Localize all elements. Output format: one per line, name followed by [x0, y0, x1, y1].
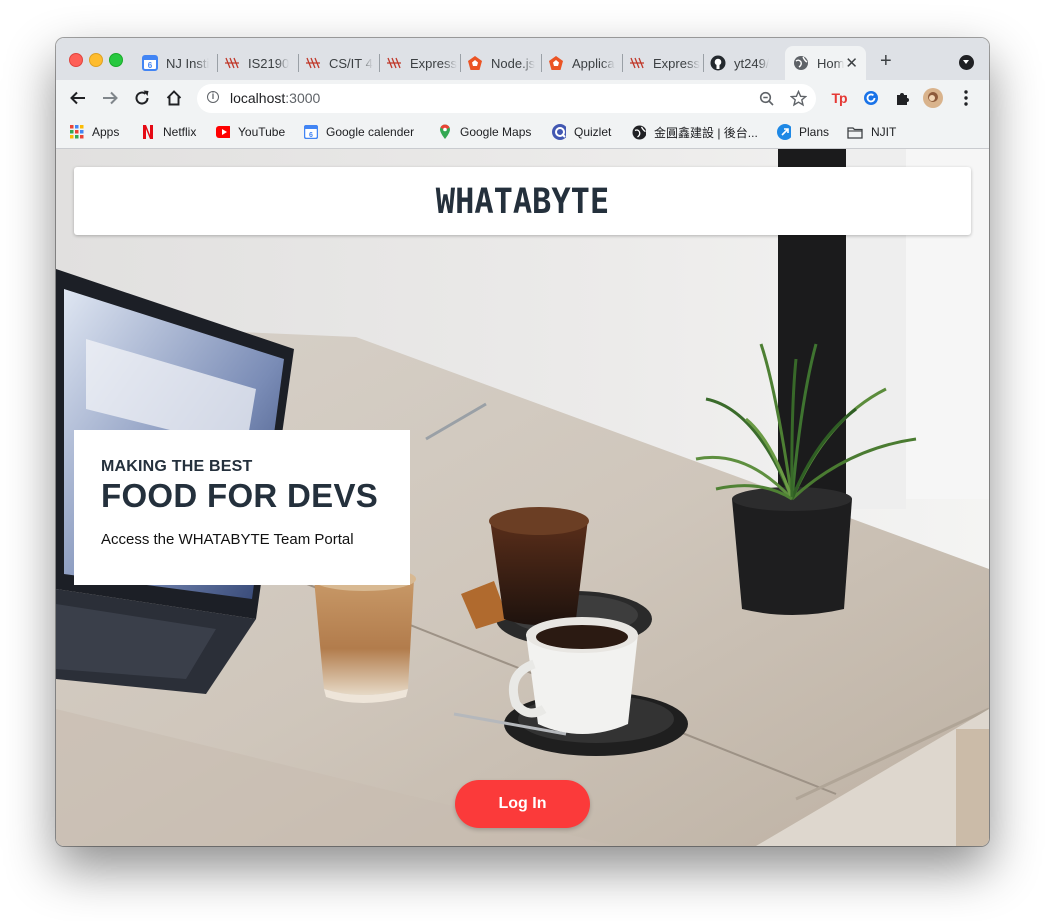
browser-window: 6 NJ Insti IS2190 CS/IT 4 Express Node.j… — [56, 38, 989, 846]
youtube-icon — [216, 125, 230, 139]
bookmark-google-calender[interactable]: 6 Google calender — [304, 123, 414, 141]
bookmark-netflix[interactable]: Netflix — [141, 123, 196, 141]
bookmark-google-maps[interactable]: Google Maps — [438, 123, 531, 141]
svg-text:6: 6 — [309, 132, 313, 139]
bookmarks-bar: Apps Netflix YouTube 6 Google calender G… — [56, 116, 989, 149]
home-icon — [166, 90, 182, 106]
bookmark-jinyuanxin[interactable]: 金圓鑫建設 | 後台... — [632, 123, 758, 141]
tab-nodejs[interactable]: Node.js — [459, 46, 541, 80]
address-url: localhost:3000 — [230, 90, 320, 106]
close-tab-icon[interactable]: ✕ — [845, 54, 858, 72]
refresh-extension-icon[interactable] — [861, 88, 881, 108]
tab-strip: 6 NJ Insti IS2190 CS/IT 4 Express Node.j… — [56, 38, 989, 80]
hero-description: Access the WHATABYTE Team Portal — [101, 531, 354, 548]
njit-icon — [386, 55, 402, 71]
back-button[interactable] — [66, 86, 90, 110]
apps-grid-icon — [70, 125, 84, 139]
bookmark-youtube[interactable]: YouTube — [216, 123, 285, 141]
zoom-icon[interactable] — [759, 91, 775, 107]
tp-extension-icon[interactable]: Tp — [829, 88, 849, 108]
close-window-button[interactable] — [69, 53, 83, 67]
site-info-icon[interactable]: i — [207, 91, 219, 103]
bookmark-plans[interactable]: Plans — [777, 123, 829, 141]
address-bar[interactable]: i localhost:3000 — [197, 84, 816, 113]
bookmark-quizlet[interactable]: Quizlet — [552, 123, 611, 141]
brand-logo[interactable]: WHATABYTE — [436, 180, 609, 221]
arrow-left-icon — [70, 91, 85, 105]
tab-search-dropdown-icon[interactable] — [959, 55, 974, 70]
github-icon — [710, 55, 726, 71]
arrow-right-icon — [103, 91, 118, 105]
puzzle-icon[interactable] — [893, 88, 913, 108]
web-page: WHATABYTE MAKING THE BEST FOOD FOR DEVS … — [56, 149, 989, 846]
hero-card: MAKING THE BEST FOOD FOR DEVS Access the… — [74, 430, 410, 585]
reload-icon — [135, 90, 149, 105]
google-calendar-icon: 6 — [304, 125, 318, 139]
tab-express-2[interactable]: Express — [621, 46, 703, 80]
globe-icon — [793, 55, 809, 71]
url-host: localhost — [230, 90, 286, 106]
auth0-icon — [548, 55, 564, 71]
plans-icon — [777, 124, 791, 140]
tab-is2190[interactable]: IS2190 — [216, 46, 297, 80]
site-header: WHATABYTE — [74, 167, 971, 235]
minimize-window-button[interactable] — [89, 53, 103, 67]
quizlet-icon — [552, 124, 566, 140]
google-calendar-icon: 6 — [142, 55, 158, 71]
netflix-icon — [141, 125, 155, 139]
home-button[interactable] — [162, 86, 186, 110]
url-port: :3000 — [285, 90, 321, 106]
login-button[interactable]: Log In — [455, 780, 590, 828]
google-maps-icon — [438, 124, 452, 139]
profile-avatar[interactable] — [923, 88, 943, 108]
svg-text:6: 6 — [148, 61, 153, 70]
njit-icon — [629, 55, 645, 71]
bookmark-folder-njit[interactable]: NJIT — [847, 123, 896, 141]
zoom-window-button[interactable] — [109, 53, 123, 67]
more-menu-icon[interactable] — [956, 88, 976, 108]
tab-home-active[interactable]: Hom ✕ — [785, 46, 866, 80]
folder-icon — [847, 125, 863, 139]
tab-cs-it[interactable]: CS/IT 4 — [297, 46, 379, 80]
tab-github[interactable]: yt249/ — [702, 46, 784, 80]
bookmark-apps[interactable]: Apps — [70, 123, 119, 141]
tab-applica[interactable]: Applica — [540, 46, 622, 80]
njit-icon — [224, 55, 240, 71]
auth0-icon — [467, 55, 483, 71]
tab-express-1[interactable]: Express — [378, 46, 460, 80]
tab-nj-insti[interactable]: 6 NJ Insti — [134, 46, 216, 80]
reload-button[interactable] — [130, 86, 154, 110]
hero-subtitle: MAKING THE BEST — [101, 458, 253, 475]
browser-toolbar: i localhost:3000 Tp — [56, 80, 989, 116]
bookmark-star-icon[interactable] — [790, 90, 807, 107]
forward-button[interactable] — [98, 86, 122, 110]
hero-title: FOOD FOR DEVS — [101, 477, 379, 514]
new-tab-button[interactable]: + — [880, 51, 892, 71]
globe-icon — [632, 125, 646, 139]
njit-icon — [305, 55, 321, 71]
